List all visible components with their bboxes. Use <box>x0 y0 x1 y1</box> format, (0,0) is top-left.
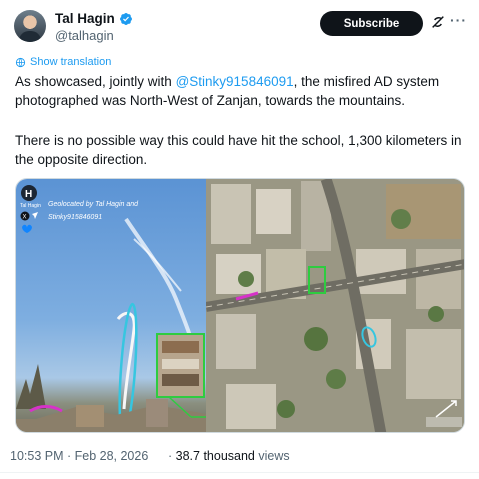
author-name-row[interactable]: Tal Hagin <box>55 11 133 26</box>
show-translation-link[interactable]: Show translation <box>15 56 111 68</box>
more-options-icon[interactable]: ··· <box>450 12 467 28</box>
tweet-paragraph-2: There is no possible way this could have… <box>15 133 462 167</box>
translate-globe-icon <box>15 57 26 67</box>
author-name[interactable]: Tal Hagin <box>55 11 115 26</box>
overlay-text-line1: Geolocated by Tal Hagin and <box>48 201 139 208</box>
overlay-text-line2: Stinky915846091 <box>48 214 102 221</box>
views-number: 38.7 thousand <box>175 449 255 463</box>
verified-badge-icon <box>119 12 132 25</box>
satellite-map-scene <box>205 179 464 432</box>
sky-photo[interactable]: H Tal Hagin X Geolocated by Tal Hagin an… <box>16 179 206 432</box>
author-avatar[interactable] <box>14 10 46 42</box>
logo-label: Tal Hagin <box>20 203 41 209</box>
sky-photo-scene: H Tal Hagin X Geolocated by Tal Hagin an… <box>16 185 206 432</box>
tweet-text: As showcased, jointly with @Stinky915846… <box>15 72 470 110</box>
tweet-media[interactable]: H Tal Hagin X Geolocated by Tal Hagin an… <box>15 178 465 433</box>
show-translation-label[interactable]: Show translation <box>30 56 111 68</box>
logo-letter: H <box>25 189 32 200</box>
views-separator: · <box>168 449 176 463</box>
tweet-text-intro: As showcased, jointly with <box>15 74 176 89</box>
grok-icon[interactable] <box>430 14 446 30</box>
views-count: · 38.7 thousand views <box>168 449 290 463</box>
views-label: views <box>258 449 290 463</box>
subscribe-button[interactable]: Subscribe <box>320 11 423 36</box>
divider <box>0 472 479 473</box>
author-handle[interactable]: @talhagin <box>55 28 114 43</box>
satellite-photo[interactable] <box>205 179 464 432</box>
svg-text:X: X <box>23 215 27 221</box>
tweet-timestamp[interactable]: 10:53 PM · Feb 28, 2026 <box>10 449 148 463</box>
mention-link[interactable]: @Stinky915846091 <box>176 74 294 89</box>
